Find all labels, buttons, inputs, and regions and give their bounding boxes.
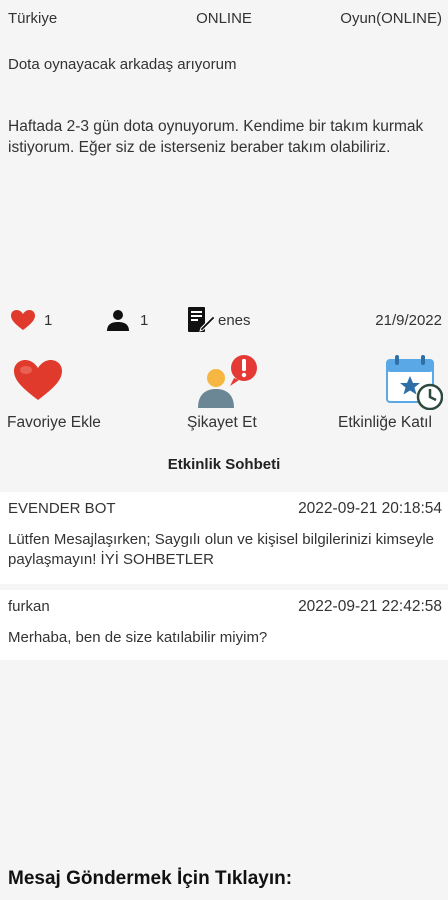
favorite-label: Favoriye Ekle — [7, 414, 101, 431]
message-text: Lütfen Mesajlaşırken; Saygılı olun ve ki… — [8, 531, 435, 568]
event-actions: Favoriye Ekle Şikayet Et Etkinliğe Katıl — [0, 352, 448, 442]
calendar-star-icon — [385, 354, 444, 415]
event-date: 21/9/2022 — [375, 306, 442, 334]
event-description: Haftada 2-3 gün dota oynuyorum. Kendime … — [8, 118, 424, 156]
category-label: Oyun(ONLINE) — [340, 10, 442, 27]
creator-stat: enes — [186, 306, 251, 334]
event-date-text: 21/9/2022 — [375, 311, 442, 329]
event-header: Türkiye ONLINE Oyun(ONLINE) — [8, 10, 442, 32]
favorite-heart-icon — [12, 358, 64, 407]
send-message-prompt[interactable]: Mesaj Göndermek İçin Tıklayın: — [8, 868, 292, 890]
chat-title: Etkinlik Sohbeti — [167, 456, 281, 473]
chat-message: furkan 2022-09-21 22:42:58 Merhaba, ben … — [0, 590, 448, 660]
report-label: Şikayet Et — [187, 414, 257, 431]
message-sender: EVENDER BOT — [8, 500, 116, 517]
event-stats: 1 1 enes 21/9/2022 — [0, 306, 448, 336]
likes-count: 1 — [44, 311, 53, 329]
message-time: 2022-09-21 20:18:54 — [298, 500, 442, 517]
participants-stat: 1 — [106, 306, 148, 334]
creator-name: enes — [218, 311, 251, 329]
report-user-icon — [194, 354, 258, 413]
document-pen-icon — [186, 306, 216, 334]
message-sender: furkan — [8, 598, 50, 615]
heart-icon — [10, 309, 36, 331]
chat-message: EVENDER BOT 2022-09-21 20:18:54 Lütfen M… — [0, 492, 448, 584]
event-title: Dota oynayacak arkadaş arıyorum — [8, 56, 237, 73]
message-time: 2022-09-21 22:42:58 — [298, 598, 442, 615]
participants-count: 1 — [140, 311, 149, 329]
likes-stat: 1 — [10, 306, 52, 334]
person-icon — [106, 308, 130, 332]
message-text: Merhaba, ben de size katılabilir miyim? — [8, 629, 268, 646]
join-label: Etkinliğe Katıl — [338, 414, 432, 431]
